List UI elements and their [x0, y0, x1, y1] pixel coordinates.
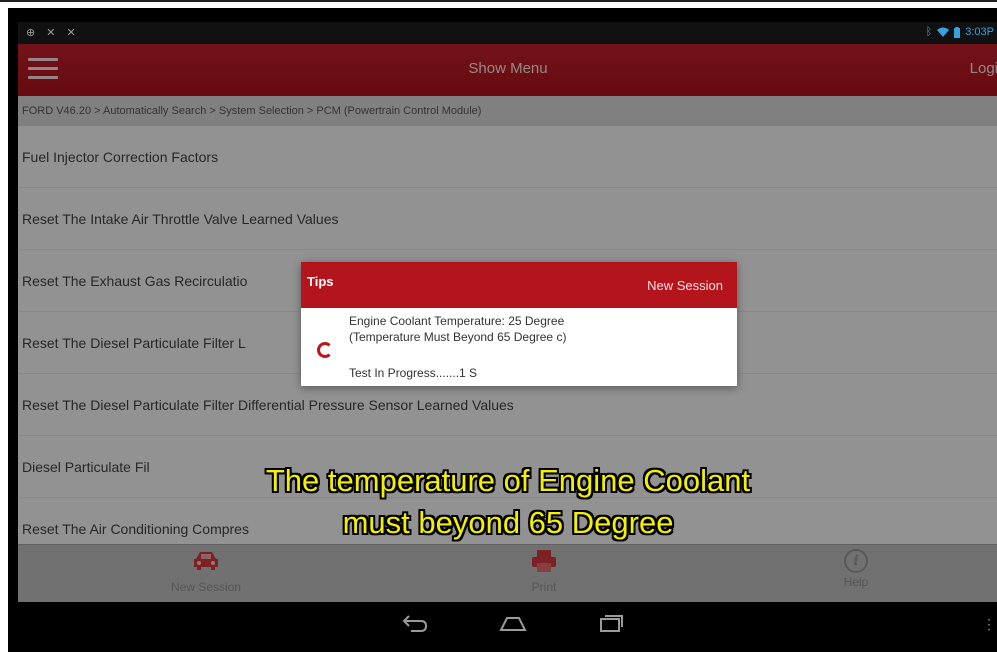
overflow-menu-icon[interactable]: ⋮ — [982, 616, 996, 633]
status-bar: ⊕ ✕ ✕ ᛒ 3:03P — [18, 22, 997, 44]
app-screen: ⊕ ✕ ✕ ᛒ 3:03P Show Menu Logi FORD V46.20… — [18, 22, 997, 602]
coolant-temperature-text: Engine Coolant Temperature: 25 Degree — [349, 314, 565, 328]
test-progress-text: Test In Progress.......1 S — [349, 366, 478, 380]
battery-icon — [954, 26, 961, 38]
subtitle-line-2: must beyond 65 Degree — [342, 505, 674, 540]
dialog-header: Tips New Session — [301, 262, 737, 308]
back-icon[interactable] — [401, 612, 429, 634]
wifi-icon — [937, 27, 950, 37]
temperature-requirement-text: (Temperature Must Beyond 65 Degree c) — [349, 330, 567, 344]
subtitle-line-1: The temperature of Engine Coolant — [265, 463, 751, 498]
bluetooth-icon: ᛒ — [925, 26, 933, 38]
loading-spinner-icon — [317, 342, 333, 358]
status-right-group: ᛒ 3:03P — [926, 26, 994, 38]
video-subtitle: The temperature of Engine Coolant must b… — [18, 460, 997, 544]
status-notification-icons: ⊕ ✕ ✕ — [26, 27, 80, 39]
recent-apps-icon[interactable] — [598, 612, 624, 634]
tips-dialog: Tips New Session Engine Coolant Temperat… — [301, 262, 737, 386]
dialog-title: Tips — [307, 274, 334, 289]
dialog-new-session-button[interactable]: New Session — [647, 278, 723, 293]
status-time: 3:03P — [965, 26, 994, 38]
home-icon[interactable] — [498, 612, 528, 634]
android-nav-bar: ⋮ — [8, 602, 997, 652]
device-frame: ⊕ ✕ ✕ ᛒ 3:03P Show Menu Logi FORD V46.20… — [8, 8, 997, 652]
screenshot-top-border — [0, 0, 997, 2]
dialog-body: Engine Coolant Temperature: 25 Degree (T… — [301, 308, 737, 386]
